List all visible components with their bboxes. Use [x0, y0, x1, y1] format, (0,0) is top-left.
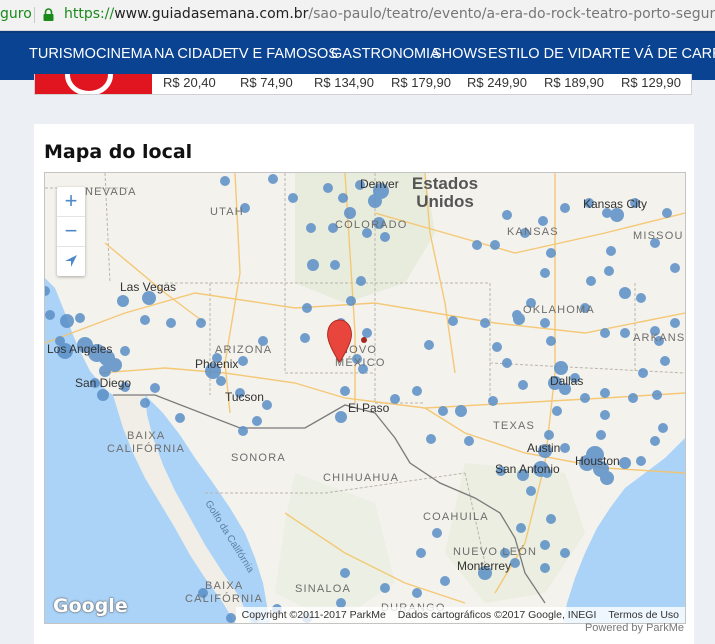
map-section-title: Mapa do local	[44, 141, 193, 163]
zoom-out-button[interactable]: −	[57, 217, 85, 247]
google-logo: Google	[53, 595, 128, 617]
nav-item-estilo-de-vida[interactable]: ESTILO DE VIDA	[488, 46, 602, 62]
lock-icon	[43, 8, 54, 21]
nav-item-va-de-carro[interactable]: VÁ DE CARRO	[634, 46, 715, 62]
label-california-2: CALIFÓRNIA	[185, 592, 263, 605]
browser-address-bar[interactable]: guro https://www.guiadasemana.com.br/sao…	[0, 0, 715, 31]
label-sonora: SONORA	[231, 452, 286, 464]
label-colorado: COLORADO	[335, 219, 408, 231]
label-phoenix: Phoenix	[195, 357, 238, 371]
address-separator	[34, 7, 35, 23]
label-sinaloa: SINALOA	[295, 583, 351, 595]
label-baixa-1: BAIXA	[127, 430, 165, 442]
label-oklahoma: OKLAHOMA	[523, 304, 595, 316]
theater-logo	[35, 74, 152, 94]
url-host: www.guiadasemana.com.br	[114, 6, 309, 22]
price-5: R$ 249,90	[467, 75, 527, 90]
attribution-data: Dados cartográficos ©2017 Google, INEGI	[397, 609, 597, 621]
map-attribution: Copyright ©2011-2017 ParkMe Dados cartogr…	[235, 607, 685, 623]
label-baixa-2: BAIXA	[205, 580, 243, 592]
label-kansas: KANSAS	[507, 226, 559, 238]
nav-item-turismo[interactable]: TURISMO	[29, 46, 96, 62]
map-zoom-controls: + −	[57, 187, 85, 276]
attribution-copyright: Copyright ©2011-2017 ParkMe	[241, 609, 386, 621]
label-texas: TEXAS	[493, 420, 535, 432]
url-text[interactable]: https://www.guiadasemana.com.br/sao-paul…	[64, 0, 715, 28]
locate-button[interactable]	[57, 247, 85, 276]
map-canvas[interactable]: Estados Unidos NEVADA UTAH COLORADO KANS…	[44, 172, 686, 624]
label-nevada: NEVADA	[85, 186, 137, 198]
label-coahuila: COAHUILA	[423, 511, 489, 523]
nav-item-cinema[interactable]: CINEMA	[96, 46, 152, 62]
price-7: R$ 129,90	[621, 75, 681, 90]
label-arizona: ARIZONA	[215, 344, 272, 356]
price-3: R$ 134,90	[314, 75, 374, 90]
price-2: R$ 74,90	[240, 75, 293, 90]
nav-item-arte[interactable]: ARTE	[592, 46, 630, 62]
price-6: R$ 189,90	[544, 75, 604, 90]
price-1: R$ 20,40	[163, 75, 216, 90]
url-scheme: https://	[64, 6, 115, 22]
label-san-diego: San Diego	[75, 376, 131, 390]
label-denver: Denver	[360, 177, 399, 191]
navigation-arrow-icon	[65, 255, 77, 267]
secure-label: guro	[0, 6, 32, 22]
label-estados: Estados	[412, 174, 478, 193]
label-los-angeles: Los Angeles	[47, 342, 112, 356]
label-unidos: Unidos	[416, 192, 474, 211]
label-austin: Austin	[527, 441, 560, 455]
main-navigation: TURISMO CINEMA NA CIDADE TV E FAMOSOS GA…	[0, 31, 715, 80]
label-dallas: Dallas	[550, 374, 583, 388]
nav-item-na-cidade[interactable]: NA CIDADE	[154, 46, 232, 62]
label-nuevo-leon: NUEVO LEÓN	[453, 545, 537, 558]
label-houston: Houston	[575, 454, 620, 468]
map-graphic[interactable]: Estados Unidos NEVADA UTAH COLORADO KANS…	[45, 173, 685, 623]
label-san-antonio: San Antonio	[495, 462, 560, 476]
label-missouri: MISSOU	[633, 230, 684, 242]
label-arkansas: ARKANS	[633, 332, 685, 344]
label-tucson: Tucson	[225, 390, 264, 404]
nav-item-tv-e-famosos[interactable]: TV E FAMOSOS	[230, 46, 338, 62]
url-path: /sao-paulo/teatro/evento/a-era-do-rock-t…	[308, 6, 715, 22]
nav-item-shows[interactable]: SHOWS	[432, 46, 487, 62]
label-california-1: CALIFÓRNIA	[107, 442, 185, 455]
price-4: R$ 179,90	[391, 75, 451, 90]
terms-link[interactable]: Termos de Uso	[602, 609, 685, 621]
nav-item-gastronomia[interactable]: GASTRONOMIA	[331, 46, 440, 62]
label-monterrey: Monterrey	[457, 559, 511, 573]
label-las-vegas: Las Vegas	[120, 280, 176, 294]
price-strip: R$ 20,40 R$ 74,90 R$ 134,90 R$ 179,90 R$…	[34, 74, 692, 95]
powered-by: Powered by ParkMe	[584, 622, 684, 634]
label-kansas-city: Kansas City	[583, 197, 647, 211]
label-el-paso: El Paso	[348, 401, 390, 415]
label-chihuahua: CHIHUAHUA	[323, 472, 399, 484]
zoom-in-button[interactable]: +	[57, 187, 85, 217]
label-utah: UTAH	[210, 206, 244, 218]
